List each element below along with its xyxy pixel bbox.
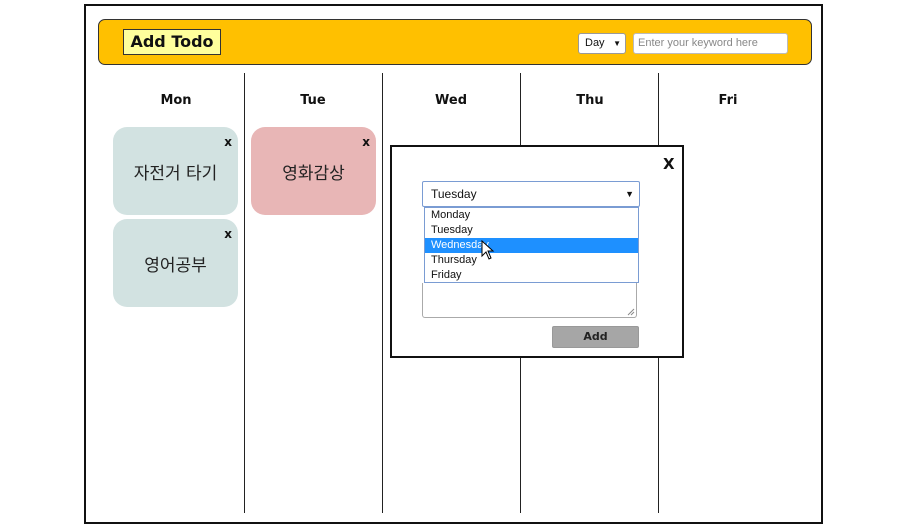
column-divider [382, 73, 383, 513]
add-button[interactable]: Add [552, 326, 639, 348]
day-header-thu: Thu [576, 93, 604, 108]
chevron-down-icon: ▼ [613, 39, 621, 48]
view-select[interactable]: Day ▼ [578, 33, 626, 54]
day-header-mon: Mon [160, 93, 192, 108]
day-select-value: Tuesday [431, 187, 477, 201]
chevron-down-icon: ▼ [625, 189, 634, 199]
day-header-wed: Wed [435, 93, 467, 108]
resize-handle-icon[interactable] [627, 308, 635, 316]
view-select-value: Day [585, 37, 605, 49]
day-select[interactable]: Tuesday ▼ [422, 181, 640, 207]
day-header-tue: Tue [300, 93, 326, 108]
todo-title: 영어공부 [144, 255, 207, 276]
delete-todo-icon[interactable]: x [224, 227, 232, 241]
dropdown-option-friday[interactable]: Friday [425, 268, 638, 283]
todo-textarea[interactable] [422, 283, 637, 318]
add-todo-button[interactable]: Add Todo [123, 29, 221, 55]
delete-todo-icon[interactable]: x [224, 135, 232, 149]
day-header-fri: Fri [718, 93, 738, 108]
column-divider [244, 73, 245, 513]
dropdown-option-wednesday[interactable]: Wednesday [425, 238, 638, 253]
todo-card[interactable]: 영어공부 x [113, 219, 238, 307]
dropdown-option-monday[interactable]: Monday [425, 208, 638, 223]
delete-todo-icon[interactable]: x [362, 135, 370, 149]
dropdown-option-thursday[interactable]: Thursday [425, 253, 638, 268]
day-dropdown-list: Monday Tuesday Wednesday Thursday Friday [424, 207, 639, 283]
todo-title: 자전거 타기 [133, 163, 218, 184]
dropdown-option-tuesday[interactable]: Tuesday [425, 223, 638, 238]
todo-title: 영화감상 [282, 163, 345, 184]
todo-card[interactable]: 자전거 타기 x [113, 127, 238, 215]
mouse-pointer-icon [481, 240, 495, 260]
search-input[interactable]: Enter your keyword here [633, 33, 788, 54]
todo-card[interactable]: 영화감상 x [251, 127, 376, 215]
close-icon[interactable]: X [663, 155, 675, 173]
